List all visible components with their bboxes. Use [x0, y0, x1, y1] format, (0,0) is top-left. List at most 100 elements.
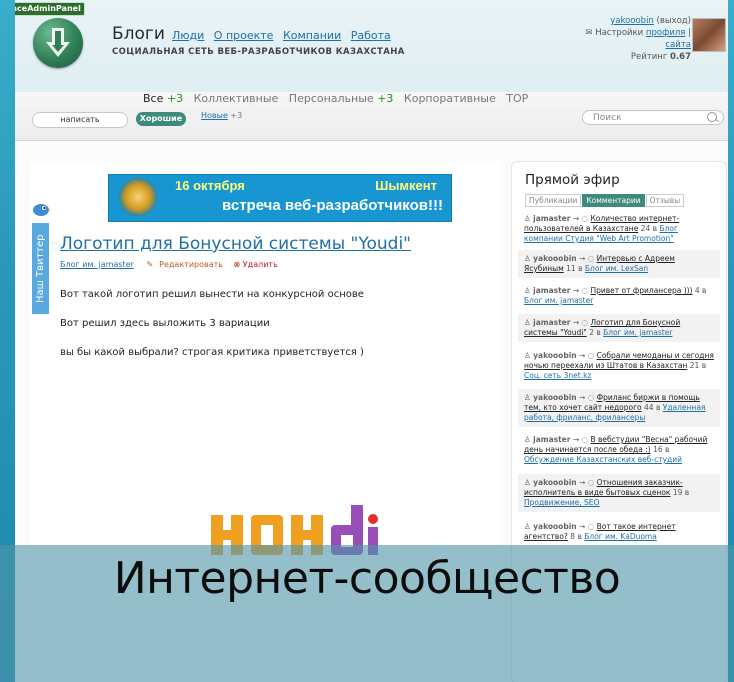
feed-blog-link[interactable]: Блог им. KaDuoma — [584, 532, 657, 541]
feed-user[interactable]: yakooobin — [533, 254, 576, 263]
feed-count: 4 — [694, 286, 700, 295]
banner-date: 16 октября — [175, 178, 245, 193]
logout-link[interactable]: (выход) — [657, 16, 691, 26]
feed-user[interactable]: yakooobin — [533, 351, 576, 360]
site-title[interactable]: Блоги — [112, 24, 165, 44]
user-icon: ♙ — [524, 318, 531, 327]
sidebar-tabs: Публикации Комментарии Отзывы — [525, 194, 685, 207]
site-logo[interactable] — [33, 18, 83, 68]
feed-user[interactable]: yakooobin — [533, 522, 576, 531]
profile-settings-link[interactable]: профиля — [646, 28, 686, 38]
live-feed-item: ♙ jamaster → ◌ Логотип для Бонусной сист… — [518, 314, 720, 342]
search-icon[interactable] — [707, 112, 717, 122]
tab-all[interactable]: Все +3 — [143, 92, 183, 105]
live-feed-item: ♙ yakooobin → ◌ Фриланс биржи в помощь т… — [518, 389, 720, 427]
comment-icon: ◌ — [581, 214, 589, 223]
feed-in: в — [684, 488, 690, 497]
live-feed-item: ♙ jamaster → ◌ Привет от фрилансера ))) … — [524, 286, 707, 305]
delete-link[interactable]: Удалить — [243, 260, 278, 269]
comment-icon: ◌ — [581, 286, 589, 295]
new-filter[interactable]: Новые +3 — [201, 111, 242, 120]
feed-in: в — [578, 264, 583, 273]
feed-blog-link[interactable]: Соц. сеть 3net.kz — [524, 371, 591, 380]
post-meta: Блог им. jamaster ✎ Редактировать ⊗ Удали… — [60, 260, 278, 269]
post-title[interactable]: Логотип для Бонусной системы "Youdi" — [60, 234, 411, 254]
comment-icon: ◌ — [587, 351, 595, 360]
feed-blog-link[interactable]: Блог им. jamaster — [603, 328, 672, 337]
tab-comments[interactable]: Комментарии — [582, 194, 645, 207]
nav-link-companies[interactable]: Компании — [283, 29, 341, 42]
new-filter-label: Новые — [201, 111, 228, 120]
avatar[interactable] — [692, 18, 726, 52]
nav-link-about[interactable]: О проекте — [214, 29, 274, 42]
main-nav: Люди О проекте Компании Работа — [172, 29, 397, 42]
comment-icon: ◌ — [581, 318, 589, 327]
feed-count: 21 — [689, 361, 700, 370]
comment-icon: ◌ — [587, 254, 595, 263]
overlay-caption: Интернет-сообщество — [113, 553, 621, 604]
feed-user[interactable]: yakooobin — [533, 478, 576, 487]
feed-user[interactable]: jamaster — [533, 286, 570, 295]
user-icon: ♙ — [524, 478, 531, 487]
settings-separator: | — [688, 28, 691, 38]
tab-all-label: Все — [143, 92, 164, 105]
twitter-tab[interactable]: Наш Твиттер — [32, 223, 49, 314]
new-filter-count: +3 — [230, 111, 243, 120]
edit-link[interactable]: Редактировать — [159, 260, 223, 269]
feed-in: в — [652, 224, 658, 233]
tab-corporate[interactable]: Корпоративные — [404, 92, 496, 105]
nav-link-people[interactable]: Люди — [172, 29, 204, 42]
post-paragraph: вы бы какой выбрали? строгая критика при… — [60, 347, 364, 358]
feed-in: в — [702, 286, 707, 295]
feed-blog-link[interactable]: Продвижение, SEO — [524, 498, 599, 507]
feed-count: 11 — [566, 264, 576, 273]
live-feed-item: ♙ yakooobin → ◌ Собрали чемоданы и сегод… — [524, 351, 714, 380]
feed-count: 44 — [644, 403, 654, 412]
feed-in: в — [577, 532, 582, 541]
live-feed-item: ♙ jamaster → ◌ Количество интернет-польз… — [524, 214, 680, 243]
username-link[interactable]: yakooobin — [610, 16, 654, 26]
rating-value: 0.67 — [670, 52, 691, 62]
user-icon: ♙ — [524, 214, 531, 223]
feed-user[interactable]: yakooobin — [533, 393, 576, 402]
comment-icon: ◌ — [587, 478, 595, 487]
edit-icon[interactable]: ✎ — [146, 260, 153, 269]
tab-collective[interactable]: Коллективные — [194, 92, 279, 105]
logo-emblem-icon — [46, 28, 70, 57]
settings-label: Настройки — [595, 28, 644, 38]
site-settings-link[interactable]: сайта — [665, 40, 691, 50]
search-input[interactable]: Поиск — [582, 110, 724, 125]
user-icon: ♙ — [524, 522, 531, 531]
user-icon: ♙ — [524, 435, 531, 444]
delete-icon[interactable]: ⊗ — [234, 260, 241, 269]
live-feed-item: ♙ jamaster → ◌ В вебстудии "Весна" рабоч… — [524, 435, 708, 464]
post-blog-link[interactable]: Блог им. jamaster — [60, 260, 134, 269]
write-button[interactable]: написать — [32, 112, 128, 128]
tab-personal[interactable]: Персональные +3 — [289, 92, 394, 105]
tab-personal-count: +3 — [377, 92, 394, 105]
live-feed-item: ♙ yakooobin → ◌ Вот такое интернет агент… — [524, 522, 676, 541]
feed-blog-link[interactable]: Блог им. LexSan — [585, 264, 648, 273]
nav-link-jobs[interactable]: Работа — [351, 29, 391, 42]
admin-panel-badge[interactable]: PaceAdminPanel — [15, 2, 85, 16]
feed-user[interactable]: jamaster — [533, 214, 570, 223]
user-icon: ♙ — [524, 254, 531, 263]
tab-reviews[interactable]: Отзывы — [645, 194, 685, 207]
comment-icon: ◌ — [587, 393, 595, 402]
tab-top[interactable]: TOP — [506, 92, 528, 105]
feed-blog-link[interactable]: Обсуждение Казахстанских веб-студий — [524, 455, 682, 464]
tab-publications[interactable]: Публикации — [525, 194, 582, 207]
feed-user[interactable]: jamaster — [533, 318, 570, 327]
event-banner[interactable]: 16 октября Шымкент встреча веб-разработч… — [108, 174, 452, 222]
rating-label: Рейтинг — [630, 52, 668, 62]
feed-count: 24 — [640, 224, 651, 233]
twitter-bird-icon[interactable] — [31, 200, 51, 218]
feed-blog-link[interactable]: Блог им. jamaster — [524, 296, 593, 305]
feed-topic-link[interactable]: Привет от фрилансера ))) — [590, 286, 692, 295]
feed-user[interactable]: jamaster — [533, 435, 570, 444]
live-feed-item: ♙ yakooobin → ◌ Отношения заказчик-испол… — [518, 474, 720, 512]
feed-count: 2 — [589, 328, 594, 337]
good-filter-button[interactable]: Хорошие — [136, 112, 186, 126]
mail-icon[interactable]: ✉ — [585, 28, 592, 38]
tabs-bar: Все +3 Коллективные Персональные +3 Корп… — [15, 92, 728, 141]
